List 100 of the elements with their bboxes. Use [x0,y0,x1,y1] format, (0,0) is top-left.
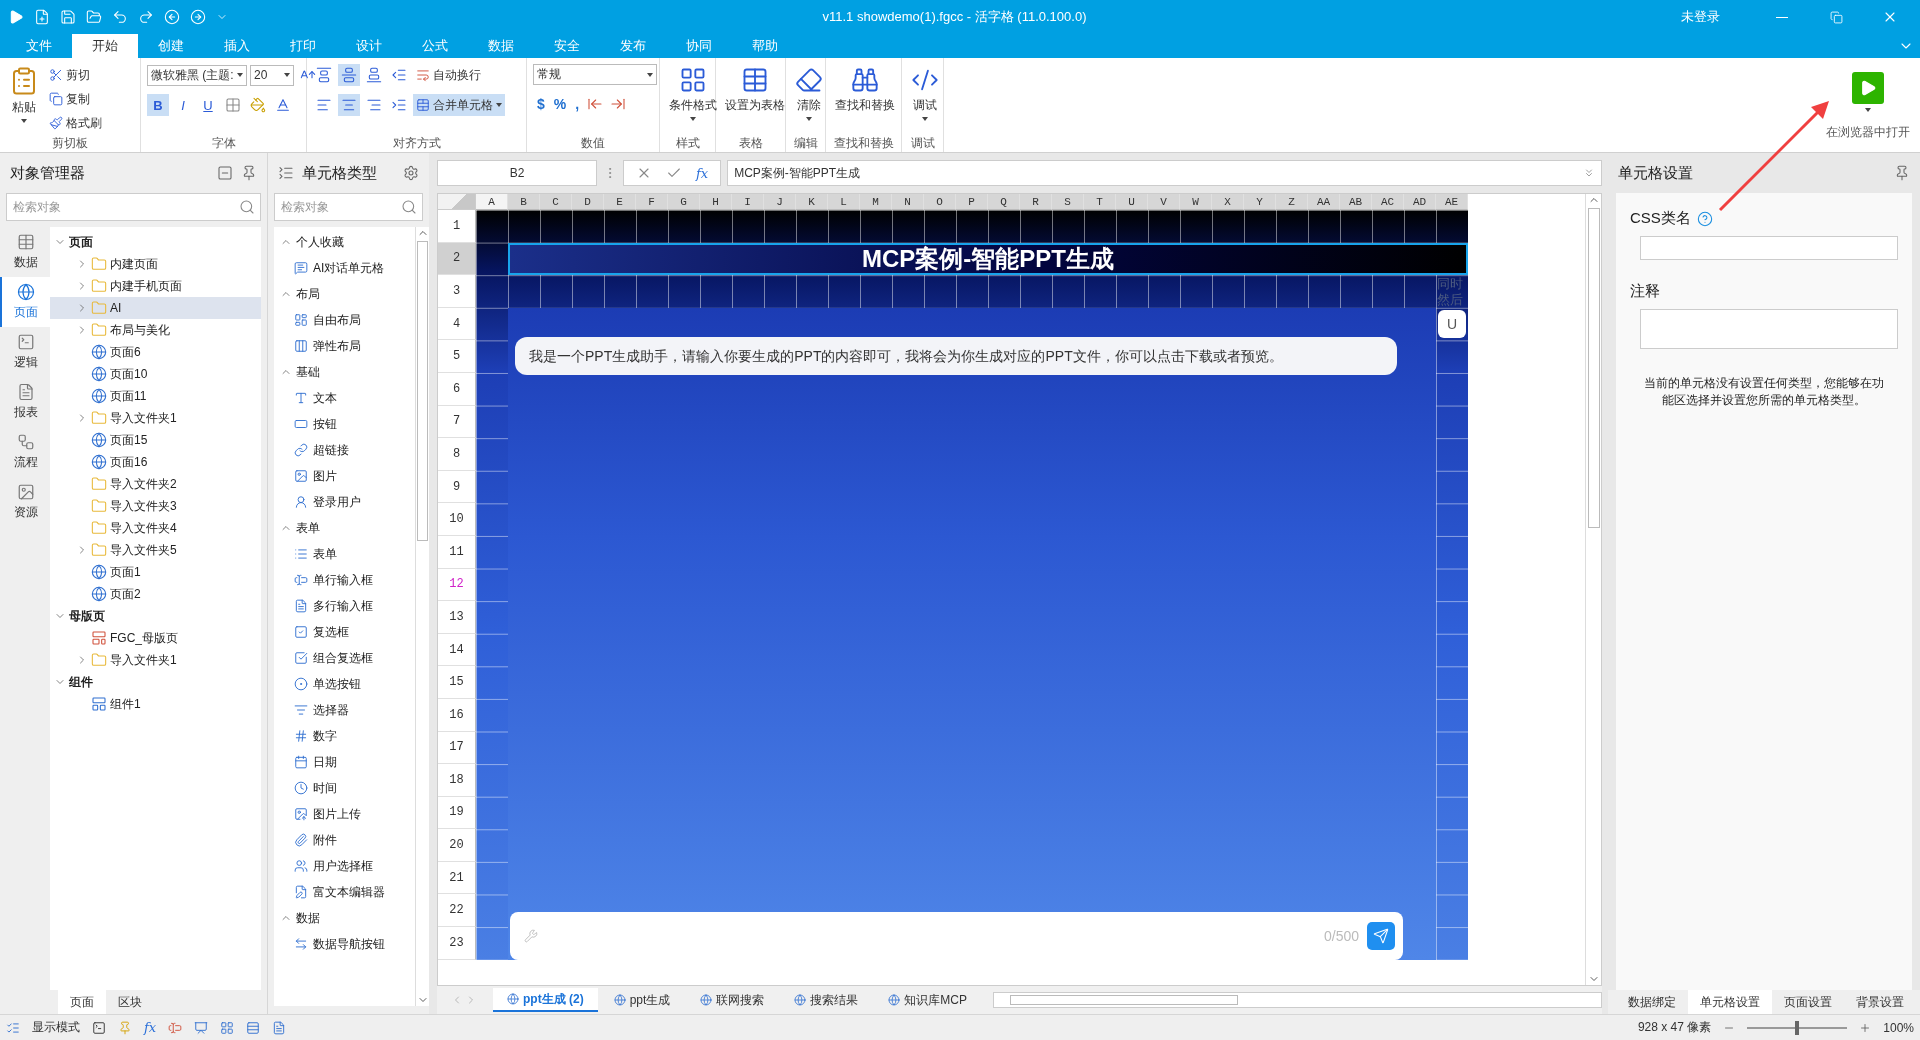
tree-item[interactable]: 内建页面 [50,253,261,275]
function-button[interactable]: fx [696,165,709,181]
nav-item[interactable]: 页面 [0,277,50,327]
tree-item[interactable]: AI [50,297,261,319]
name-box[interactable]: B2 [437,160,597,186]
paste-button[interactable]: 粘贴 [6,64,42,125]
column-header[interactable]: I [732,194,764,210]
search-field[interactable]: 检索对象 [6,193,261,221]
note-field[interactable] [1640,309,1898,349]
row-header[interactable]: 17 [438,731,476,765]
cell-type-item[interactable]: 图片 [274,463,415,489]
folder-icon[interactable] [86,9,102,25]
tree-item[interactable]: 导入文件夹3 [50,495,261,517]
row-header[interactable]: 3 [438,275,476,308]
tree-item[interactable]: 页面 [50,231,261,253]
column-header[interactable]: Y [1244,194,1276,210]
row-header[interactable]: 7 [438,405,476,439]
row-header[interactable]: 2 [438,242,476,276]
sheet-tab[interactable]: ppt生成 [599,988,685,1012]
row-header[interactable]: 23 [438,927,476,960]
text-input-icon[interactable] [168,1020,183,1035]
column-header[interactable]: D [572,194,604,210]
row-header[interactable]: 4 [438,307,476,341]
checklist-icon[interactable] [6,1020,20,1035]
row-header[interactable]: 12 [438,568,476,602]
cell-type-item[interactable]: 组合复选框 [274,645,415,671]
column-header[interactable]: M [860,194,892,210]
undo-icon[interactable] [112,9,128,25]
pin-icon[interactable] [1894,165,1910,181]
panel-tab[interactable]: 背景设置 [1844,990,1916,1014]
number-format-button[interactable]: , [571,93,584,115]
ribbon-button[interactable]: 条件格式 [666,64,720,123]
cell-type-item[interactable]: 图片上传 [274,801,415,827]
column-header[interactable]: K [796,194,828,210]
tree-item[interactable]: 页面16 [50,451,261,473]
row-header[interactable]: 21 [438,861,476,895]
column-header[interactable]: F [636,194,668,210]
row-header[interactable]: 9 [438,470,476,504]
function-button[interactable]: fx [144,1020,157,1035]
section-header[interactable]: 数据 [274,905,415,931]
sheet-tab[interactable]: ppt生成 (2) [493,988,598,1012]
css-class-field[interactable] [1640,236,1898,260]
column-header[interactable]: B [508,194,540,210]
row-header[interactable]: 11 [438,535,476,569]
tree-item[interactable]: 母版页 [50,605,261,627]
tree-item[interactable]: 导入文件夹4 [50,517,261,539]
column-header[interactable]: V [1148,194,1180,210]
cell-type-item[interactable]: 自由布局 [274,307,415,333]
row-header[interactable]: 6 [438,372,476,406]
sheet-tab[interactable]: 搜索结果 [780,988,873,1012]
upload-button[interactable]: U [1438,310,1466,338]
run-button[interactable] [1852,72,1884,104]
column-header[interactable]: J [764,194,796,210]
column-header[interactable]: AE [1436,194,1468,210]
row-header[interactable]: 18 [438,764,476,797]
column-header[interactable]: A [476,194,508,210]
text-style-button[interactable]: I [172,94,194,116]
tree-item[interactable]: 组件 [50,671,261,693]
row-header[interactable]: 19 [438,796,476,830]
select-all-corner[interactable] [438,194,476,210]
column-header[interactable]: U [1116,194,1148,210]
row-header[interactable]: 5 [438,340,476,373]
help-icon[interactable] [1696,210,1713,227]
grid-icon[interactable] [220,1020,235,1035]
column-header[interactable]: C [540,194,572,210]
wrap-text-button[interactable]: 自动换行 [413,64,484,86]
ribbon-button[interactable]: 查找和替换 [832,64,898,116]
vertical-align-button[interactable] [338,64,360,86]
cell-type-item[interactable]: 单行输入框 [274,567,415,593]
zoom-in-icon[interactable] [1859,1021,1872,1034]
tree-item[interactable]: 导入文件夹1 [50,649,261,671]
tree-item[interactable]: 页面6 [50,341,261,363]
row-header[interactable]: 13 [438,601,476,634]
cell-type-item[interactable]: 富文本编辑器 [274,879,415,905]
send-button[interactable] [1367,921,1395,950]
merge-cells-button[interactable]: 合并单元格 [413,94,505,116]
cell-type-item[interactable]: 超链接 [274,437,415,463]
nav-item[interactable]: 报表 [0,377,50,427]
cell-type-item[interactable]: 日期 [274,749,415,775]
cell-type-item[interactable]: 表单 [274,541,415,567]
cell-type-item[interactable]: 登录用户 [274,489,415,515]
column-header[interactable]: X [1212,194,1244,210]
column-header[interactable]: N [892,194,924,210]
row-header[interactable]: 22 [438,894,476,928]
horizontal-align-button[interactable] [338,94,360,116]
tree-item[interactable]: FGC_母版页 [50,627,261,649]
terminal-icon[interactable] [92,1020,106,1035]
rows-icon[interactable] [246,1020,261,1035]
sheet-tab[interactable]: 联网搜索 [686,988,779,1012]
clipboard-action[interactable]: 格式刷 [46,112,105,134]
row-header[interactable]: 1 [438,210,476,243]
search-field[interactable]: 检索对象 [274,193,423,221]
cell-type-item[interactable]: 用户选择框 [274,853,415,879]
horizontal-scrollbar[interactable] [993,992,1602,1008]
cell-type-item[interactable]: 单选按钮 [274,671,415,697]
column-header[interactable]: W [1180,194,1212,210]
text-style-button[interactable]: B [147,94,169,116]
tree-item[interactable]: 页面11 [50,385,261,407]
section-header[interactable]: 表单 [274,515,415,541]
forward-icon[interactable] [190,9,206,25]
